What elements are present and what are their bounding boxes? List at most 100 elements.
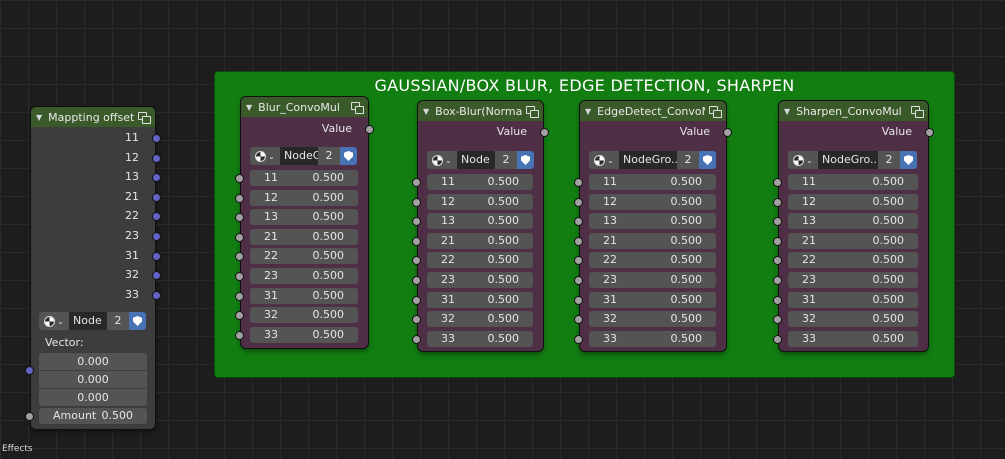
input-socket[interactable] bbox=[575, 296, 582, 304]
input-field[interactable]: 21 0.500 bbox=[427, 232, 533, 249]
datablock-selector[interactable]: ⌄ Node 2 bbox=[39, 312, 146, 330]
datablock-name[interactable]: NodeGro.. bbox=[818, 151, 878, 169]
input-field[interactable]: 31 0.500 bbox=[250, 287, 358, 304]
input-field[interactable]: 33 0.500 bbox=[250, 326, 358, 343]
node-group-icon[interactable] bbox=[709, 105, 722, 118]
user-count[interactable]: 2 bbox=[318, 147, 340, 165]
input-field[interactable]: 31 0.500 bbox=[589, 291, 716, 308]
browse-button[interactable]: ⌄ bbox=[589, 151, 619, 169]
input-socket[interactable] bbox=[413, 296, 420, 304]
datablock-selector[interactable]: ⌄ NodeGro.. 2 bbox=[589, 151, 716, 169]
input-field[interactable]: 31 0.500 bbox=[788, 291, 918, 308]
output-socket[interactable] bbox=[153, 154, 160, 162]
node-group-icon[interactable] bbox=[526, 105, 539, 118]
input-socket[interactable] bbox=[236, 194, 243, 202]
input-socket[interactable] bbox=[236, 214, 243, 222]
input-socket[interactable] bbox=[413, 335, 420, 343]
datablock-selector[interactable]: ⌄ NodeG 2 bbox=[250, 147, 357, 165]
input-socket[interactable] bbox=[774, 198, 781, 206]
group-node-3[interactable]: ▼ Sharpen_ConvoMul Value ⌄ NodeGro.. 2 1… bbox=[774, 101, 933, 351]
fake-user-button[interactable] bbox=[129, 312, 146, 330]
input-socket[interactable] bbox=[413, 257, 420, 265]
input-field[interactable]: 23 0.500 bbox=[788, 272, 918, 288]
input-socket[interactable] bbox=[575, 335, 582, 343]
input-socket[interactable] bbox=[774, 316, 781, 324]
input-field[interactable]: 11 0.500 bbox=[788, 174, 918, 190]
collapse-arrow-icon[interactable]: ▼ bbox=[423, 107, 429, 116]
input-field[interactable]: 12 0.500 bbox=[250, 189, 358, 206]
output-socket[interactable] bbox=[153, 291, 160, 299]
output-socket[interactable] bbox=[153, 213, 160, 221]
input-socket[interactable] bbox=[413, 179, 420, 186]
datablock-name[interactable]: Node bbox=[457, 151, 495, 169]
value-output-socket[interactable] bbox=[366, 126, 373, 133]
input-socket[interactable] bbox=[575, 257, 582, 265]
input-field[interactable]: 21 0.500 bbox=[250, 228, 358, 245]
value-output-socket[interactable] bbox=[926, 129, 933, 136]
fake-user-button[interactable] bbox=[517, 151, 534, 169]
input-socket[interactable] bbox=[774, 335, 781, 343]
input-socket[interactable] bbox=[575, 179, 582, 186]
input-field[interactable]: 22 0.500 bbox=[427, 252, 533, 269]
fake-user-button[interactable] bbox=[900, 151, 917, 169]
fake-user-button[interactable] bbox=[340, 147, 357, 165]
datablock-name[interactable]: Node bbox=[69, 312, 107, 330]
input-socket[interactable] bbox=[236, 233, 243, 241]
input-socket[interactable] bbox=[575, 198, 582, 206]
input-socket[interactable] bbox=[236, 253, 243, 261]
input-field[interactable]: 33 0.500 bbox=[788, 330, 918, 347]
browse-button[interactable]: ⌄ bbox=[250, 147, 280, 165]
input-socket[interactable] bbox=[413, 237, 420, 245]
collapse-arrow-icon[interactable]: ▼ bbox=[585, 107, 591, 116]
node-header[interactable]: ▼ Blur_ConvoMul bbox=[241, 97, 368, 117]
input-field[interactable]: 31 0.500 bbox=[427, 291, 533, 308]
datablock-name[interactable]: NodeG bbox=[280, 147, 318, 165]
input-field[interactable]: 32 0.500 bbox=[788, 311, 918, 328]
user-count[interactable]: 2 bbox=[495, 151, 517, 169]
input-socket[interactable] bbox=[413, 198, 420, 206]
datablock-selector[interactable]: ⌄ Node 2 bbox=[427, 151, 534, 169]
input-socket[interactable] bbox=[236, 273, 243, 280]
value-output-socket[interactable] bbox=[724, 129, 731, 136]
input-socket[interactable] bbox=[774, 237, 781, 245]
output-socket[interactable] bbox=[153, 193, 160, 201]
vector-x-field[interactable]: 0.000 bbox=[39, 353, 147, 370]
collapse-arrow-icon[interactable]: ▼ bbox=[246, 103, 252, 112]
input-socket[interactable] bbox=[575, 277, 582, 284]
output-socket[interactable] bbox=[153, 272, 160, 280]
output-socket[interactable] bbox=[153, 233, 160, 240]
vector-z-field[interactable]: 0.000 bbox=[39, 389, 147, 406]
browse-button[interactable]: ⌄ bbox=[427, 151, 457, 169]
input-field[interactable]: 33 0.500 bbox=[427, 330, 533, 347]
fake-user-button[interactable] bbox=[699, 151, 716, 169]
datablock-selector[interactable]: ⌄ NodeGro.. 2 bbox=[788, 151, 917, 169]
input-field[interactable]: 11 0.500 bbox=[427, 174, 533, 190]
input-socket[interactable] bbox=[236, 292, 243, 300]
collapse-arrow-icon[interactable]: ▼ bbox=[784, 107, 790, 116]
input-field[interactable]: 21 0.500 bbox=[589, 232, 716, 249]
vector-input-socket[interactable] bbox=[26, 367, 33, 374]
browse-button[interactable]: ⌄ bbox=[39, 312, 69, 330]
input-socket[interactable] bbox=[236, 175, 243, 182]
input-field[interactable]: 13 0.500 bbox=[250, 209, 358, 226]
input-field[interactable]: 23 0.500 bbox=[427, 272, 533, 288]
input-field[interactable]: 21 0.500 bbox=[788, 232, 918, 249]
input-socket[interactable] bbox=[774, 277, 781, 284]
input-field[interactable]: 23 0.500 bbox=[589, 272, 716, 288]
group-node-2[interactable]: ▼ EdgeDetect_ConvoMul Value ⌄ NodeGro.. … bbox=[575, 101, 731, 351]
node-group-icon[interactable] bbox=[911, 105, 924, 118]
user-count[interactable]: 2 bbox=[107, 312, 129, 330]
mapping-offset-node[interactable]: ▼ Mappting offset 11 12 13 21 22 23 31 32 33 ⌄ N… bbox=[26, 107, 160, 429]
input-field[interactable]: 23 0.500 bbox=[250, 268, 358, 284]
input-field[interactable]: 12 0.500 bbox=[589, 193, 716, 210]
input-field[interactable]: 12 0.500 bbox=[427, 193, 533, 210]
node-header[interactable]: ▼ EdgeDetect_ConvoMul bbox=[580, 101, 726, 121]
datablock-name[interactable]: NodeGro.. bbox=[619, 151, 677, 169]
input-socket[interactable] bbox=[774, 179, 781, 186]
input-field[interactable]: 33 0.500 bbox=[589, 330, 716, 347]
input-socket[interactable] bbox=[413, 316, 420, 324]
group-node-1[interactable]: ▼ Box-Blur(Normali.. Value ⌄ Node 2 11 0.… bbox=[413, 101, 548, 351]
output-socket[interactable] bbox=[153, 252, 160, 260]
input-socket[interactable] bbox=[575, 237, 582, 245]
collapse-arrow-icon[interactable]: ▼ bbox=[36, 113, 42, 122]
